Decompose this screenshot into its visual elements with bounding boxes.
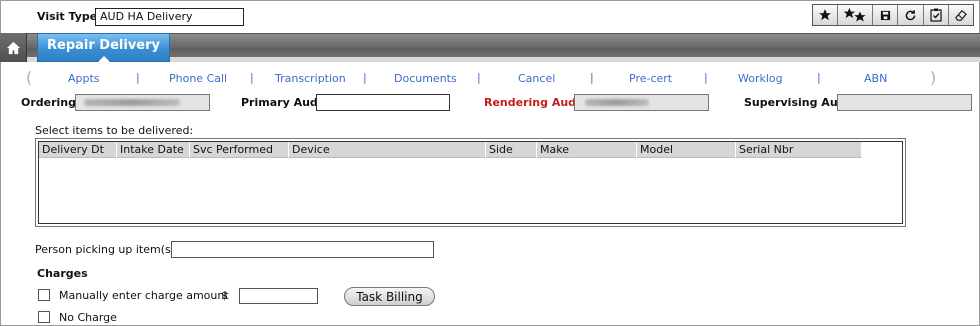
primary-aud-input[interactable] xyxy=(316,94,450,111)
refresh-button[interactable] xyxy=(898,5,924,25)
nav-appts[interactable]: Appts xyxy=(68,72,100,85)
home-button[interactable] xyxy=(0,33,27,62)
favorites-list-button[interactable] xyxy=(838,5,874,25)
column-make[interactable]: Make xyxy=(537,142,637,158)
visit-type-label: Visit Type: xyxy=(37,10,102,23)
refresh-icon xyxy=(905,9,916,20)
task-billing-button[interactable]: Task Billing xyxy=(344,287,435,306)
column-side[interactable]: Side xyxy=(486,142,537,158)
pickup-person-label: Person picking up item(s): xyxy=(35,243,179,256)
clipboard-check-icon xyxy=(930,8,942,22)
nav-worklog[interactable]: Worklog xyxy=(738,72,783,85)
nav-pre-cert[interactable]: Pre-cert xyxy=(629,72,672,85)
no-charge-checkbox[interactable] xyxy=(38,311,50,323)
nav-transcription[interactable]: Transcription xyxy=(275,72,346,85)
column-model[interactable]: Model xyxy=(637,142,736,158)
two-stars-icon xyxy=(843,7,866,22)
save-icon xyxy=(880,10,890,20)
supervising-aud-label: Supervising Aud: xyxy=(744,96,850,109)
eraser-icon xyxy=(955,9,967,21)
nav-phone-call[interactable]: Phone Call xyxy=(169,72,227,85)
nav-separator: | xyxy=(817,71,821,84)
nav-documents[interactable]: Documents xyxy=(394,72,457,85)
supervising-aud-field xyxy=(837,94,972,111)
nav-separator: | xyxy=(136,71,140,84)
nav-separator: | xyxy=(250,71,254,84)
column-svc-performed[interactable]: Svc Performed xyxy=(190,142,289,158)
visit-type-field[interactable]: AUD HA Delivery xyxy=(95,8,244,26)
column-device[interactable]: Device xyxy=(289,142,486,158)
delivery-items-table[interactable]: Delivery Dt Intake Date Svc Performed De… xyxy=(35,138,906,227)
manual-charge-label: Manually enter charge amount xyxy=(59,289,229,302)
nav-separator: | xyxy=(704,71,708,84)
manual-charge-checkbox[interactable] xyxy=(38,289,50,301)
save-button[interactable] xyxy=(873,5,899,25)
home-icon xyxy=(6,41,20,54)
nav-separator: | xyxy=(590,71,594,84)
select-items-label: Select items to be delivered: xyxy=(35,124,194,137)
delivery-items-grid: Delivery Dt Intake Date Svc Performed De… xyxy=(38,141,903,224)
redacted-text xyxy=(84,99,180,106)
nav-cancel[interactable]: Cancel xyxy=(518,72,555,85)
primary-aud-label: Primary Aud.: xyxy=(241,96,327,109)
rendering-aud-field xyxy=(574,94,709,111)
column-delivery-dt[interactable]: Delivery Dt xyxy=(39,142,117,158)
no-charge-label: No Charge xyxy=(59,311,117,324)
currency-symbol: $ xyxy=(221,289,228,302)
nav-separator: | xyxy=(363,71,367,84)
charges-heading: Charges xyxy=(37,267,88,280)
checklist-button[interactable] xyxy=(923,5,949,25)
column-serial-nbr[interactable]: Serial Nbr xyxy=(736,142,862,158)
column-intake-date[interactable]: Intake Date xyxy=(117,142,190,158)
tab-indicator xyxy=(98,56,110,62)
redacted-text xyxy=(585,99,649,106)
charge-amount-input[interactable] xyxy=(239,288,318,304)
pickup-person-input[interactable] xyxy=(171,241,434,258)
ordering-field xyxy=(75,94,210,111)
nav-right-bracket: ) xyxy=(930,68,937,87)
clear-button[interactable] xyxy=(948,5,973,25)
toolbar xyxy=(812,4,974,26)
favorite-button[interactable] xyxy=(813,5,839,25)
nav-abn[interactable]: ABN xyxy=(864,72,887,85)
table-header: Delivery Dt Intake Date Svc Performed De… xyxy=(39,142,862,158)
nav-separator: | xyxy=(477,71,481,84)
nav-left-bracket: ( xyxy=(26,68,33,87)
ordering-label: Ordering: xyxy=(21,96,81,109)
star-icon xyxy=(819,9,831,21)
rendering-aud-label: Rendering Aud.: xyxy=(484,96,585,109)
